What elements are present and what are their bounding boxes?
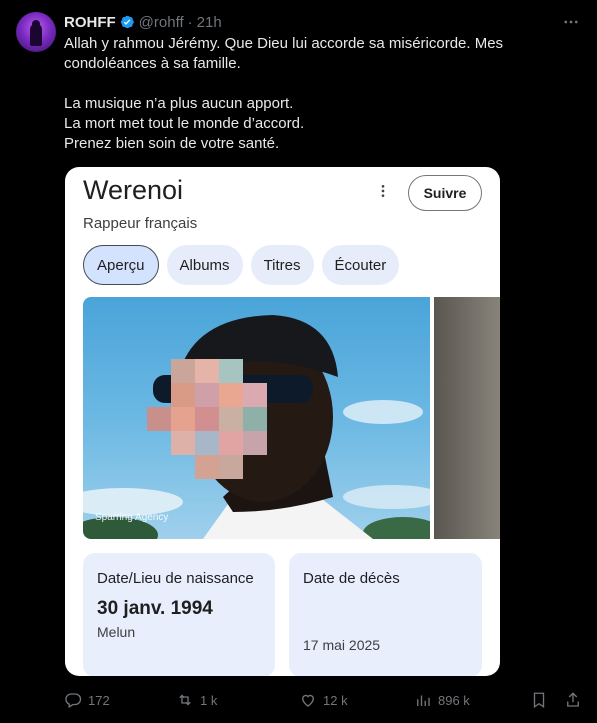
repost-count: 1 k xyxy=(200,692,218,708)
header-separator: · xyxy=(187,13,193,31)
artist-photo-illustration xyxy=(83,315,430,539)
author-handle[interactable]: @rohff xyxy=(139,14,184,31)
birth-place: Melun xyxy=(97,624,136,640)
secondary-photo xyxy=(434,297,500,539)
tab-apercu: Aperçu xyxy=(83,245,159,285)
birth-label: Date/Lieu de naissance xyxy=(97,570,254,587)
reply-button[interactable]: 172 xyxy=(64,689,110,711)
bookmark-button[interactable] xyxy=(530,689,548,711)
bookmark-icon xyxy=(533,692,545,709)
birth-info-box: Date/Lieu de naissance 30 janv. 1994 Mel… xyxy=(83,553,275,676)
tweet-actions: 172 1 k 12 k 896 k xyxy=(64,689,584,711)
attached-image-knowledge-card[interactable]: Werenoi Rappeur français Suivre Aperçu A… xyxy=(65,167,500,676)
card-more-icon xyxy=(373,181,393,201)
avatar-figure-body xyxy=(30,24,42,46)
birth-date: 30 janv. 1994 xyxy=(97,598,213,619)
author-name[interactable]: ROHFF xyxy=(64,14,116,31)
tab-ecouter: Écouter xyxy=(321,245,400,285)
photo-credit: Sparring Agency xyxy=(95,512,169,523)
card-tabs: Aperçu Albums Titres Écouter xyxy=(83,245,400,285)
views-button[interactable]: 896 k xyxy=(414,689,470,711)
avatar[interactable] xyxy=(16,12,56,52)
share-icon xyxy=(567,692,579,707)
follow-button: Suivre xyxy=(408,175,482,211)
view-count: 896 k xyxy=(438,692,470,708)
death-label: Date de décès xyxy=(303,570,400,587)
like-count: 12 k xyxy=(323,692,348,708)
share-button[interactable] xyxy=(564,689,582,711)
heart-icon xyxy=(302,694,314,707)
repost-button[interactable]: 1 k xyxy=(176,689,217,711)
tweet-text: Allah y rahmou Jérémy. Que Dieu lui acco… xyxy=(64,34,574,154)
card-subtitle: Rappeur français xyxy=(83,215,198,232)
tab-titres: Titres xyxy=(250,245,314,285)
repost-icon xyxy=(179,694,191,706)
death-info-box: Date de décès 17 mai 2025 xyxy=(289,553,482,676)
tweet-line: Prenez bien soin de votre santé. xyxy=(64,135,280,152)
more-options-icon[interactable] xyxy=(561,12,581,32)
verified-badge-icon xyxy=(120,15,134,29)
artist-photo: Sparring Agency xyxy=(83,297,430,539)
tweet-line: La mort met tout le monde d’accord. xyxy=(64,115,305,132)
tweet-timestamp[interactable]: 21h xyxy=(197,14,222,31)
tab-albums: Albums xyxy=(166,245,243,285)
card-title: Werenoi xyxy=(83,175,184,205)
tweet-line: La musique n’a plus aucun apport. xyxy=(64,95,294,112)
reply-count: 172 xyxy=(88,692,110,708)
views-icon xyxy=(417,695,430,706)
like-button[interactable]: 12 k xyxy=(299,689,348,711)
tweet-header: ROHFF @rohff · 21h xyxy=(64,12,222,32)
tweet-line: Allah y rahmou Jérémy. Que Dieu lui acco… xyxy=(64,35,504,72)
death-date: 17 mai 2025 xyxy=(303,637,381,653)
reply-icon xyxy=(65,693,82,708)
